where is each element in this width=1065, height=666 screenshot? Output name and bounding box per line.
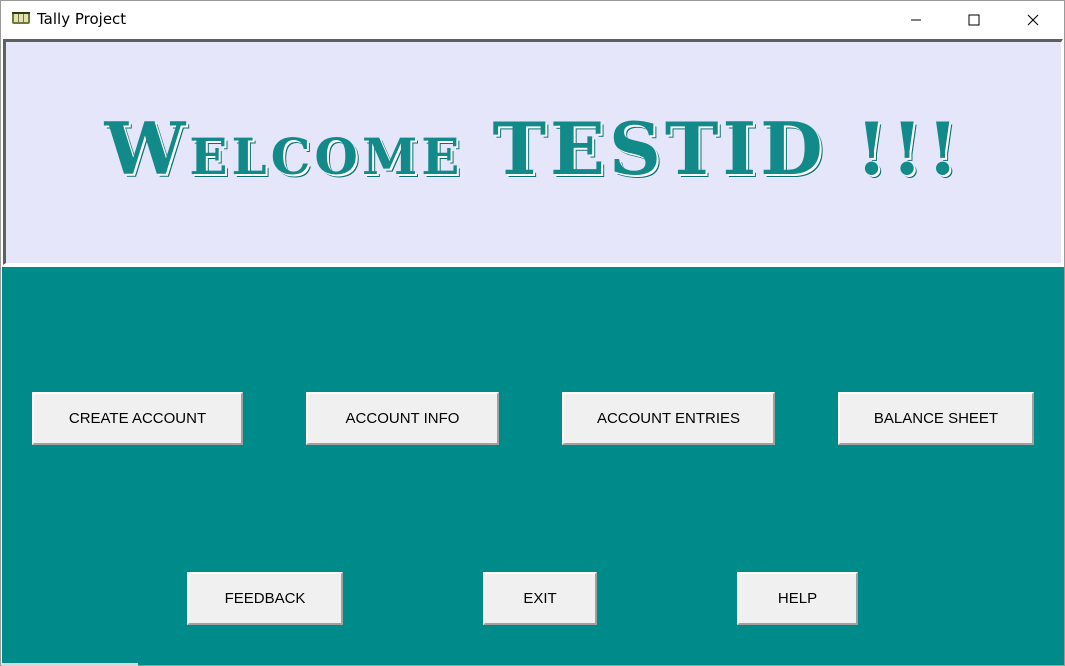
exit-button[interactable]: EXIT (483, 572, 597, 625)
account-info-button[interactable]: ACCOUNT INFO (306, 392, 499, 445)
feedback-button[interactable]: FEEDBACK (187, 572, 343, 625)
create-account-button[interactable]: CREATE ACCOUNT (32, 392, 243, 445)
help-button[interactable]: HELP (737, 572, 858, 625)
welcome-header-panel: Welcome TESTID !!! (3, 39, 1063, 265)
balance-sheet-button[interactable]: BALANCE SHEET (838, 392, 1034, 445)
welcome-heading: Welcome TESTID !!! (104, 106, 963, 191)
close-button[interactable] (1004, 1, 1062, 38)
welcome-container: Welcome TESTID !!! (6, 42, 1061, 263)
tally-app-icon (11, 9, 31, 27)
close-icon (1027, 14, 1039, 25)
minimize-icon (911, 19, 921, 20)
account-entries-button[interactable]: ACCOUNT ENTRIES (562, 392, 775, 445)
maximize-button[interactable] (945, 1, 1003, 38)
maximize-icon (968, 14, 980, 25)
title-bar[interactable]: Tally Project (1, 1, 1064, 38)
minimize-button[interactable] (887, 1, 945, 38)
main-menu-area: CREATE ACCOUNT ACCOUNT INFO ACCOUNT ENTR… (2, 267, 1064, 665)
app-window: Tally Project Welcome TESTID !!! CREATE … (0, 0, 1065, 666)
window-title: Tally Project (37, 10, 127, 28)
